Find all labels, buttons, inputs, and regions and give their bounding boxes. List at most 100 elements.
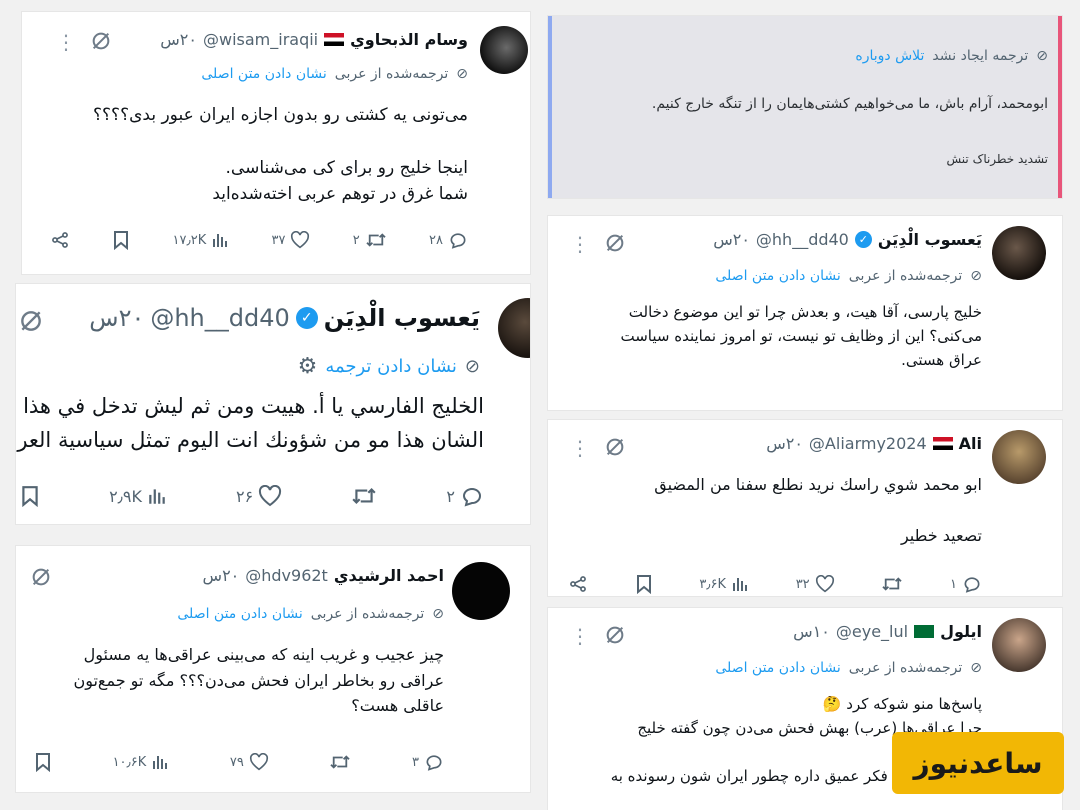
like-icon <box>249 753 268 771</box>
bookmark-button[interactable] <box>34 752 52 772</box>
grok-icon[interactable] <box>604 436 626 458</box>
like-count: ۳۲ <box>795 576 810 592</box>
display-name[interactable]: احمد الرشيدي <box>334 566 444 585</box>
like-button[interactable]: ۷۹ <box>230 753 269 771</box>
handle[interactable]: @eye_lul <box>836 622 908 641</box>
display-name[interactable]: Ali <box>959 434 982 453</box>
like-button[interactable]: ۳۲ <box>796 575 835 593</box>
avatar[interactable] <box>992 618 1046 672</box>
like-button[interactable]: ۲۶ <box>236 485 282 507</box>
watermark-text: ساعدنیوز <box>913 746 1043 780</box>
bookmark-button[interactable] <box>635 574 653 594</box>
views-icon <box>149 489 165 504</box>
retweet-button[interactable] <box>881 575 903 593</box>
tweet-text: ابومحمد، آرام باش، ما می‌خواهیم کشتی‌های… <box>652 94 1048 116</box>
bookmark-button[interactable] <box>20 485 40 507</box>
timestamp[interactable]: ۲۰س <box>203 566 240 585</box>
more-icon[interactable]: ⋮ <box>570 626 590 646</box>
timestamp[interactable]: ۲۰س <box>713 230 750 249</box>
tweet-line: تصعيد خطير <box>900 526 982 546</box>
avatar[interactable] <box>480 26 528 74</box>
views-button[interactable]: ۲٫۹K <box>109 486 167 506</box>
translation-failed-label: ترجمه ایجاد نشد <box>932 48 1029 64</box>
handle[interactable]: @hh__dd40 <box>150 304 289 332</box>
tweet-card-ali: Ali @Aliarmy2024 ۲۰س ⋮ ابو محمد شوي راسك… <box>548 420 1062 596</box>
tweet-line <box>93 128 468 154</box>
tweet-card-ahmad: احمد الرشيدي @hdv962t ۲۰س ⊘ ترجمه‌شده از… <box>16 546 530 792</box>
retweet-button[interactable]: ۲ <box>353 231 387 249</box>
tweet-header: وسام الذبحاوي @wisam_iraqii ۲۰س <box>160 30 468 49</box>
handle[interactable]: @wisam_iraqii <box>203 30 318 49</box>
tweet-line: الخليج الفارسي يا أ. هييت ومن ثم ليش تدخ… <box>23 394 484 418</box>
like-icon <box>815 575 834 593</box>
more-icon[interactable]: ⋮ <box>570 234 590 254</box>
like-button[interactable]: ۳۷ <box>272 231 311 249</box>
share-button[interactable] <box>568 574 588 594</box>
grok-icon[interactable] <box>604 624 626 646</box>
more-icon[interactable]: ⋮ <box>56 32 76 52</box>
tweet-line: می‌تونی یه کشتی رو بدون اجازه ایران عبور… <box>93 105 468 125</box>
handle[interactable]: @Aliarmy2024 <box>809 434 927 453</box>
translation-bar: ⊘ ترجمه‌شده از عربی نشان دادن متن اصلی <box>177 606 444 622</box>
action-bar: ۱۰٫۶K ۷۹ ۳ <box>34 752 444 772</box>
retweet-button[interactable] <box>351 485 377 507</box>
views-button[interactable]: ۱۰٫۶K <box>113 753 170 771</box>
translated-from-label: ترجمه‌شده از عربی <box>334 66 449 82</box>
views-count: ۱۷٫۲K <box>172 232 207 248</box>
reply-icon <box>462 488 481 507</box>
tweet-text: چیز عجیب و غریب اینه که می‌بینی عراقی‌ها… <box>73 642 444 719</box>
views-button[interactable]: ۱۷٫۲K <box>173 231 230 249</box>
handle[interactable]: @hdv962t <box>245 566 328 585</box>
avatar[interactable] <box>498 298 530 358</box>
views-icon <box>213 234 228 247</box>
bookmark-button[interactable] <box>112 230 130 250</box>
more-icon[interactable]: ⋮ <box>570 438 590 458</box>
action-bar: ۲٫۹K ۲۶ ۲ <box>20 484 484 508</box>
avatar[interactable] <box>992 430 1046 484</box>
show-original-link[interactable]: نشان دادن متن اصلی <box>715 268 840 284</box>
timestamp[interactable]: ۲۰س <box>89 304 144 332</box>
reply-button[interactable]: ۲۸ <box>429 230 468 250</box>
tweet-line: اینجا خلیج رو برای کی می‌شناسی. <box>225 157 468 178</box>
show-translation-link[interactable]: نشان دادن ترجمه <box>325 356 457 377</box>
iraq-flag-icon <box>932 437 953 450</box>
reply-button[interactable]: ۳ <box>412 752 444 772</box>
display-name[interactable]: يَعسوب الْدِيَن <box>878 230 982 249</box>
display-name[interactable]: وسام الذبحاوي <box>350 30 468 49</box>
share-icon <box>570 576 586 592</box>
tweet-footer: تشدید خطرناک تنش <box>947 150 1049 169</box>
show-original-link[interactable]: نشان دادن متن اصلی <box>715 660 840 676</box>
translated-from-label: ترجمه‌شده از عربی <box>848 268 963 284</box>
timestamp[interactable]: ۲۰س <box>160 30 197 49</box>
like-icon <box>259 485 282 507</box>
reply-button[interactable]: ۱ <box>950 574 982 594</box>
show-original-link[interactable]: نشان دادن متن اصلی <box>201 66 326 82</box>
tweet-header: احمد الرشيدي @hdv962t ۲۰س <box>203 566 444 585</box>
views-icon <box>733 578 748 591</box>
action-bar: ۳٫۶K ۳۲ ۱ <box>568 574 982 594</box>
retweet-button[interactable] <box>329 753 351 771</box>
reply-button[interactable]: ۲ <box>446 484 484 508</box>
settings-icon[interactable]: ⚙ <box>298 354 318 379</box>
avatar[interactable] <box>992 226 1046 280</box>
retry-link[interactable]: تلاش دوباره <box>855 48 924 64</box>
grok-icon[interactable] <box>604 232 626 254</box>
grok-icon[interactable] <box>90 30 112 52</box>
tweet-line: شما غرق در توهم عربی اخته‌شده‌اید <box>212 184 468 205</box>
views-button[interactable]: ۳٫۶K <box>699 575 749 593</box>
handle[interactable]: @hh__dd40 <box>756 230 849 249</box>
retweet-icon <box>330 755 351 769</box>
show-original-link[interactable]: نشان دادن متن اصلی <box>177 606 302 622</box>
tweet-line: خلیج پارسی، آقا هیت، و بعدش چرا تو این م… <box>628 303 982 321</box>
grok-icon[interactable] <box>30 566 52 588</box>
timestamp[interactable]: ۲۰س <box>766 434 803 453</box>
avatar[interactable] <box>452 562 510 620</box>
display-name[interactable]: ايلول <box>940 622 982 641</box>
timestamp[interactable]: ۱۰س <box>793 622 830 641</box>
like-count: ۳۷ <box>271 232 286 248</box>
tweet-text: الخليج الفارسي يا أ. هييت ومن ثم ليش تدخ… <box>16 390 484 457</box>
display-name[interactable]: يَعسوب الْدِيَن <box>324 304 480 332</box>
share-button[interactable] <box>50 230 70 250</box>
grok-icon[interactable] <box>18 308 44 334</box>
tweet-line: عراق هستی. <box>901 351 982 369</box>
